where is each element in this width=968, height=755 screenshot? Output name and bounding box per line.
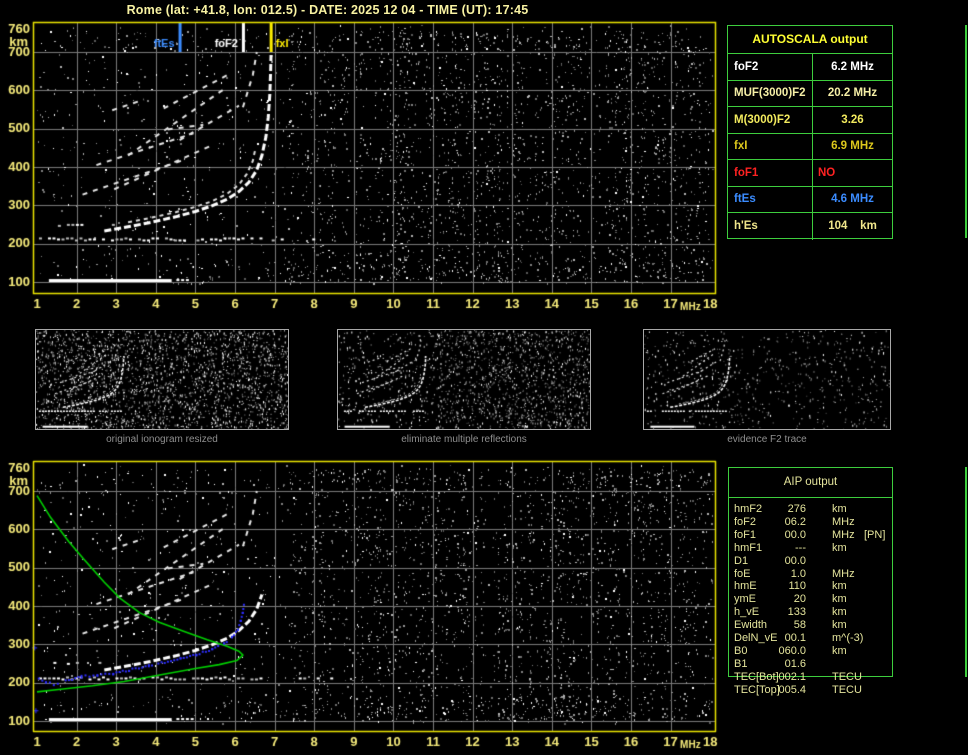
thumbnail-original-ionogram [35, 329, 289, 430]
scaled-ionogram-chart [0, 20, 725, 312]
aip-extra: [PN] [864, 528, 886, 541]
thumbnail-caption-evidence: evidence F2 trace [727, 434, 807, 445]
aip-unit: TECU [832, 683, 862, 696]
aip-row-hme: hmE 110 km [728, 580, 928, 592]
autoscala-row-value: 20.2 MHz [827, 87, 878, 100]
autoscala-screen: { "header": { "title": "Rome (lat: +41.8… [0, 0, 968, 755]
aip-unit: TECU [832, 670, 862, 683]
aip-name: B1 [734, 657, 748, 670]
aip-row-fof1: foF1 00.0 MHz [PN] [728, 529, 928, 541]
aip-unit: km [832, 580, 847, 593]
aip-row-foe: foE 1.0 MHz [728, 568, 928, 580]
aip-name: hmF1 [734, 541, 763, 554]
station-title: Rome (lat: +41.8, lon: 012.5) - DATE: 20… [126, 3, 529, 17]
autoscala-row-ftes: ftEs 4.6 MHz [728, 186, 892, 213]
autoscala-row-value: 4.6 MHz [831, 193, 874, 206]
autoscala-row-label: fxI [728, 133, 813, 159]
thumbnail-evidence-f2-trace [643, 329, 891, 430]
thumbnail-caption-eliminate: eliminate multiple reflections [401, 434, 527, 445]
aip-row-fof2: foF2 06.2 MHz [728, 516, 928, 528]
aip-row-yme: ymE 20 km [728, 593, 928, 605]
aip-name: h_vE [734, 606, 760, 619]
aip-value: 1.0 [790, 567, 806, 580]
cropped-panel-border-bottom [965, 467, 967, 677]
aip-value: 276 [787, 503, 806, 515]
aip-row-hmf1: hmF1 --- km [728, 542, 928, 554]
aip-value: 20 [793, 593, 806, 606]
autoscala-row-label: foF1 [728, 160, 813, 186]
autoscala-row-value: 3.26 [841, 113, 864, 126]
aip-value: 133 [787, 606, 806, 619]
aip-value: 01.6 [784, 657, 806, 670]
aip-row-b0: B0 060.0 km [728, 645, 928, 657]
thumbnail-eliminate-reflections [337, 329, 591, 430]
aip-row-hmf2: hmF2 276 km [728, 503, 928, 515]
aip-unit: km [832, 644, 847, 657]
autoscala-row-value: 6.9 MHz [831, 140, 874, 153]
aip-row-tec-bot-: TEC[Bot] 002.1 TECU [728, 671, 928, 683]
aip-row-h-ve: h_vE 133 km [728, 606, 928, 618]
profile-ionogram-chart [0, 459, 725, 755]
aip-unit: MHz [832, 515, 855, 528]
autoscala-output-panel: AUTOSCALA output foF2 6.2 MHz MUF(3000)F… [727, 25, 893, 240]
aip-unit: MHz [832, 528, 855, 541]
aip-row-tec-top-: TEC[Top] 005.4 TECU [728, 684, 928, 696]
aip-value: 00.0 [784, 554, 806, 567]
autoscala-row-label: MUF(3000)F2 [728, 80, 813, 106]
aip-unit: km [832, 606, 847, 619]
aip-value: 060.0 [778, 644, 806, 657]
autoscala-row-m3000f2: M(3000)F2 3.26 [728, 107, 892, 134]
aip-unit: km [832, 503, 847, 515]
aip-unit: km [832, 619, 847, 632]
aip-unit: km [832, 593, 847, 606]
autoscala-row-label: foF2 [728, 54, 813, 80]
autoscala-row-value: NO [818, 166, 836, 179]
aip-value: 110 [788, 580, 806, 593]
aip-name: hmF2 [734, 503, 763, 515]
aip-value: 00.0 [784, 528, 806, 541]
autoscala-row-muf3000f2: MUF(3000)F2 20.2 MHz [728, 80, 892, 107]
autoscala-row-label: h'Es [728, 213, 813, 240]
autoscala-row-fof1: foF1 NO [728, 160, 892, 187]
aip-name: D1 [734, 554, 749, 567]
autoscala-row-label: M(3000)F2 [728, 107, 813, 133]
aip-name: ymE [734, 593, 756, 606]
autoscala-row-hes: h'Es 104 km [728, 213, 892, 240]
aip-name: foF1 [734, 528, 757, 541]
cropped-panel-border-top [965, 25, 967, 238]
aip-value: 002.1 [778, 670, 806, 683]
aip-unit: m^(-3) [832, 632, 864, 644]
aip-value: --- [795, 541, 806, 554]
aip-unit: km [832, 541, 847, 554]
autoscala-row-fof2: foF2 6.2 MHz [728, 54, 892, 81]
aip-name: foE [734, 567, 751, 580]
aip-unit: MHz [832, 567, 855, 580]
aip-value: 06.2 [784, 515, 806, 528]
aip-name: B0 [734, 644, 748, 657]
aip-name: foF2 [734, 515, 757, 528]
aip-panel-title: AIP output [729, 468, 892, 498]
aip-row-b1: B1 01.6 [728, 658, 928, 670]
thumbnail-caption-original: original ionogram resized [106, 434, 218, 445]
aip-row-deln-ve: DelN_vE 00.1 m^(-3) [728, 632, 928, 644]
aip-value: 005.4 [778, 683, 806, 696]
aip-value: 00.1 [784, 632, 806, 644]
aip-row-d1: D1 00.0 [728, 555, 928, 567]
autoscala-row-label: ftEs [728, 186, 813, 212]
aip-value: 58 [793, 619, 806, 632]
autoscala-panel-title: AUTOSCALA output [728, 26, 892, 54]
aip-row-ewidth: Ewidth 58 km [728, 619, 928, 631]
aip-name: hmE [734, 580, 757, 593]
autoscala-row-fxi: fxI 6.9 MHz [728, 133, 892, 160]
autoscala-row-value: 6.2 MHz [831, 60, 874, 73]
autoscala-row-value: 104 km [828, 220, 877, 233]
